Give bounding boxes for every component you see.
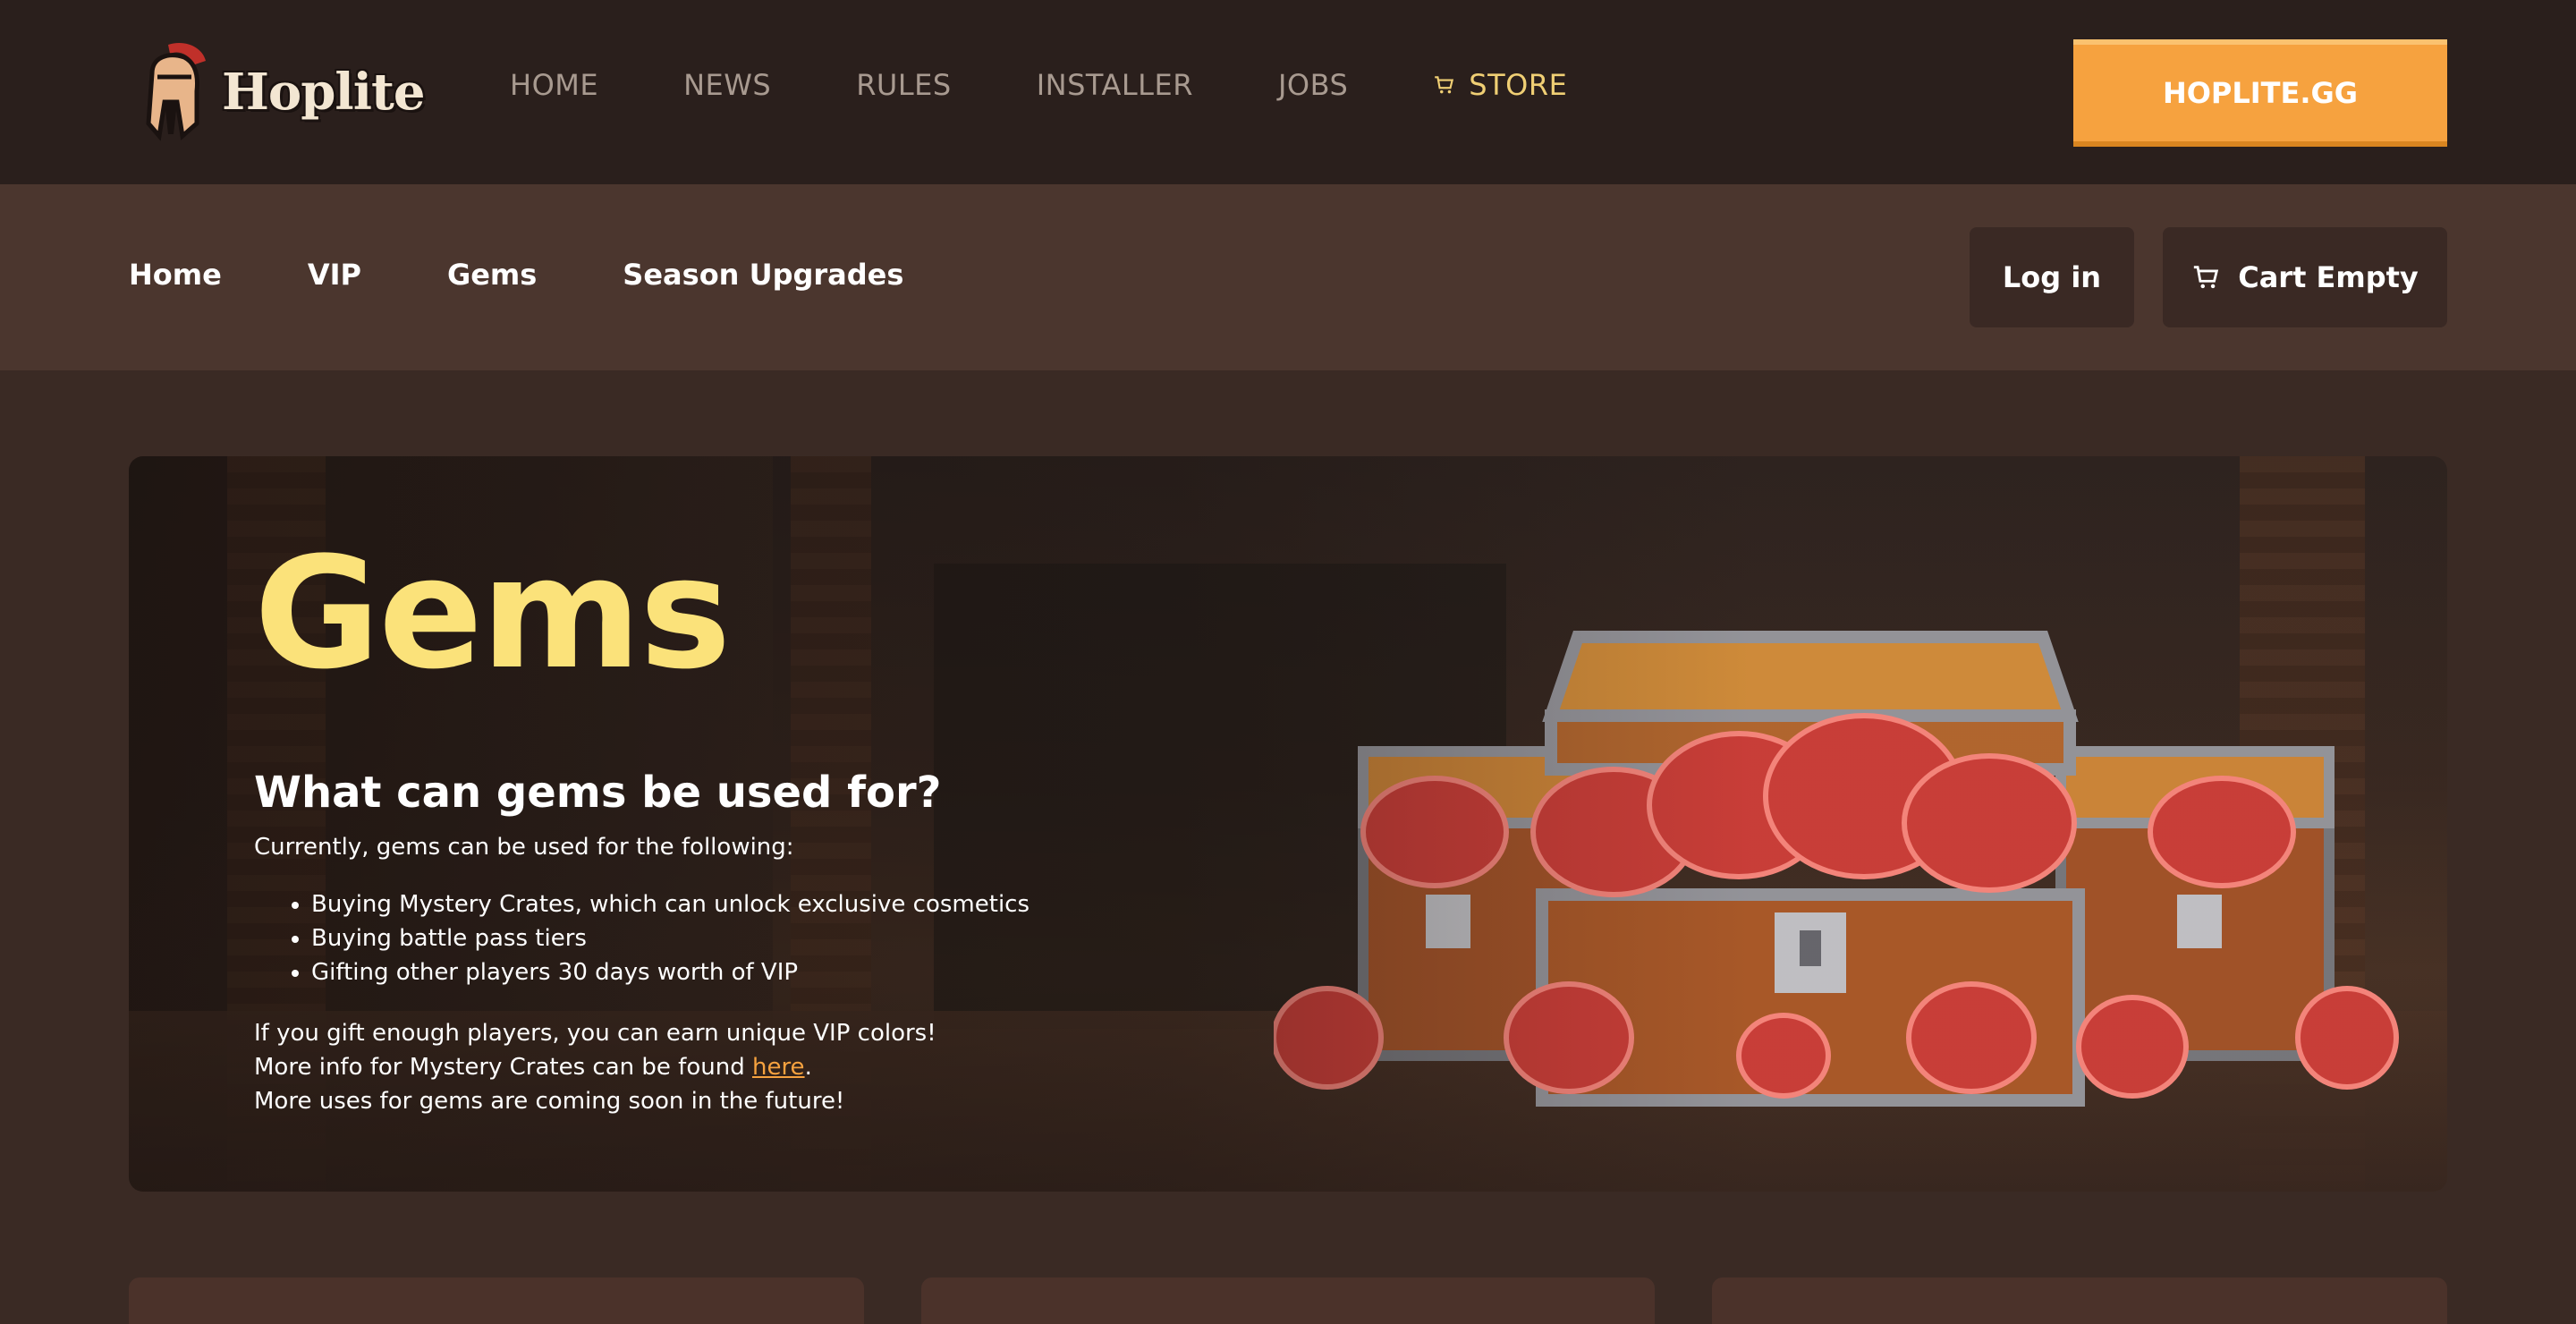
main-nav: HOME NEWS RULES INSTALLER JOBS STORE: [510, 68, 1652, 102]
store-navbar: Home VIP Gems Season Upgrades Log in Car…: [0, 184, 2576, 370]
top-navbar: Hoplite HOME NEWS RULES INSTALLER JOBS S…: [0, 0, 2576, 184]
nav-installer[interactable]: INSTALLER: [1037, 68, 1193, 102]
list-item: Gifting other players 30 days worth of V…: [311, 955, 1238, 989]
brand-name: Hoplite: [222, 63, 425, 122]
note-mystery-crates: More info for Mystery Crates can be foun…: [254, 1050, 1238, 1084]
hero-intro: Currently, gems can be used for the foll…: [254, 834, 794, 861]
store-nav-vip[interactable]: VIP: [308, 258, 361, 292]
note-punctuation: .: [804, 1054, 812, 1081]
list-item: Buying battle pass tiers: [311, 921, 1238, 955]
nav-store[interactable]: STORE: [1433, 68, 1567, 102]
nav-rules[interactable]: RULES: [856, 68, 952, 102]
store-nav-season-upgrades[interactable]: Season Upgrades: [623, 258, 903, 292]
note-text: More info for Mystery Crates can be foun…: [254, 1054, 752, 1081]
cart-button[interactable]: Cart Empty: [2163, 227, 2447, 327]
hero-notes: If you gift enough players, you can earn…: [254, 1016, 1238, 1118]
store-nav: Home VIP Gems Season Upgrades: [129, 258, 989, 292]
note-vip-colors: If you gift enough players, you can earn…: [254, 1020, 936, 1047]
nav-store-label: STORE: [1469, 68, 1568, 102]
product-card[interactable]: [921, 1277, 1655, 1324]
store-nav-gems[interactable]: Gems: [447, 258, 537, 292]
note-coming-soon: More uses for gems are coming soon in th…: [254, 1088, 845, 1115]
site-logo[interactable]: Hoplite: [132, 38, 425, 147]
hoplite-gg-button[interactable]: HOPLITE.GG: [2073, 39, 2447, 147]
mystery-crates-link[interactable]: here: [752, 1054, 805, 1081]
product-card[interactable]: [1712, 1277, 2447, 1324]
page-title: Gems: [254, 523, 731, 703]
hero-subtitle: What can gems be used for?: [254, 768, 942, 818]
spartan-helmet-icon: [132, 38, 213, 147]
nav-home[interactable]: HOME: [510, 68, 598, 102]
cart-label: Cart Empty: [2238, 260, 2419, 294]
list-item: Buying Mystery Crates, which can unlock …: [311, 887, 1238, 921]
store-nav-home[interactable]: Home: [129, 258, 222, 292]
product-card[interactable]: [129, 1277, 864, 1324]
nav-jobs[interactable]: JOBS: [1278, 68, 1348, 102]
gems-uses-list: Buying Mystery Crates, which can unlock …: [254, 887, 1238, 989]
cart-icon: [2194, 266, 2219, 289]
login-button[interactable]: Log in: [1970, 227, 2134, 327]
gems-hero: Gems What can gems be used for? Currentl…: [129, 456, 2447, 1192]
nav-news[interactable]: NEWS: [683, 68, 771, 102]
hero-content: Gems What can gems be used for? Currentl…: [254, 537, 1238, 1118]
cart-icon: [1435, 76, 1454, 94]
